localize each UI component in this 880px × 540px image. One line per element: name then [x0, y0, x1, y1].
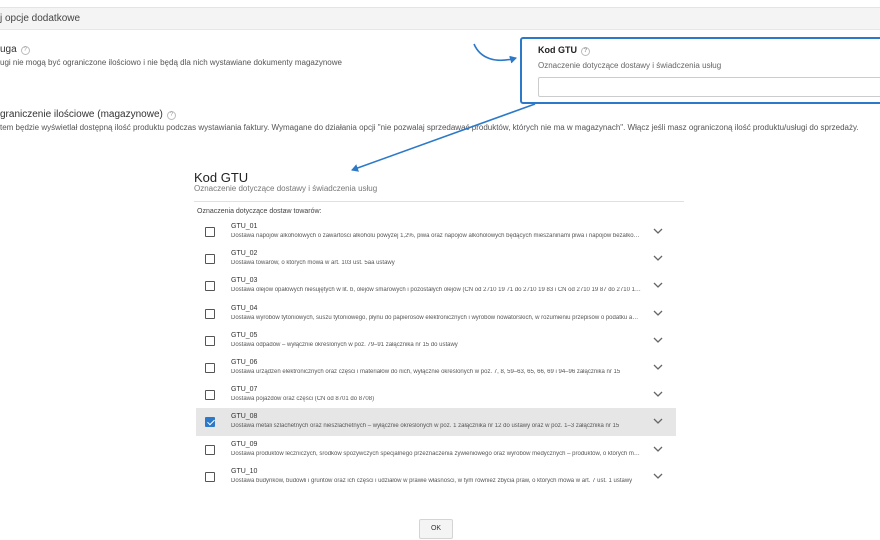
modal-title: Kod GTU — [194, 170, 249, 185]
gtu-option-checkbox[interactable] — [205, 281, 215, 292]
chevron-down-icon[interactable] — [651, 470, 665, 482]
section-header-title: j opcje dodatkowe — [0, 13, 81, 24]
question-circle-icon[interactable]: ? — [581, 47, 590, 56]
gtu-option-description: Dostawa odpadów – wyłącznie określonych … — [231, 341, 458, 348]
service-option-description: ugi nie mogą być ograniczone ilościowo i… — [0, 58, 342, 67]
chevron-down-icon[interactable] — [651, 252, 665, 264]
gtu-option-code: GTU_04 — [231, 304, 258, 312]
gtu-option-description: Dostawa pojazdów oraz części (CN od 8701… — [231, 396, 375, 403]
gtu-option-row[interactable]: GTU_02 Dostawa towarów, o których mowa w … — [196, 245, 676, 272]
chevron-down-icon[interactable] — [651, 334, 665, 346]
modal-divider — [194, 201, 684, 202]
gtu-option-row[interactable]: GTU_01 Dostawa napojów alkoholowych o zaw… — [196, 218, 676, 245]
gtu-option-row[interactable]: GTU_05 Dostawa odpadów – wyłącznie określ… — [196, 327, 676, 354]
ok-button[interactable]: OK — [419, 519, 453, 539]
chevron-down-icon[interactable] — [651, 443, 665, 455]
gtu-option-code: GTU_02 — [231, 250, 258, 258]
gtu-option-description: Dostawa urządzeń elektronicznych oraz cz… — [231, 368, 621, 375]
gtu-option-checkbox[interactable] — [205, 471, 215, 482]
gtu-option-row[interactable]: GTU_07 Dostawa pojazdów oraz części (CN o… — [196, 381, 676, 408]
stock-limit-option-title: graniczenie ilościowe (magazynowe)? — [0, 109, 176, 120]
gtu-option-checkbox[interactable] — [205, 417, 215, 428]
gtu-option-row[interactable]: GTU_08 Dostawa metali szlachetnych oraz n… — [196, 408, 676, 436]
section-header: j opcje dodatkowe — [0, 8, 880, 30]
gtu-option-code: GTU_08 — [231, 413, 258, 421]
gtu-field-highlight: Kod GTU? Oznaczenie dotyczące dostawy i … — [520, 37, 880, 104]
gtu-option-code: GTU_03 — [231, 277, 258, 285]
gtu-option-code: GTU_10 — [231, 467, 258, 475]
pointer-arrow — [351, 103, 536, 172]
question-circle-icon[interactable]: ? — [166, 111, 176, 120]
chevron-down-icon[interactable] — [651, 388, 665, 400]
gtu-option-code: GTU_07 — [231, 386, 258, 394]
gtu-option-checkbox[interactable] — [205, 444, 215, 455]
gtu-field-label: Kod GTU? — [538, 45, 590, 56]
gtu-option-code: GTU_05 — [231, 331, 258, 339]
top-bar — [0, 0, 880, 8]
gtu-option-checkbox[interactable] — [205, 390, 215, 401]
gtu-option-row[interactable]: GTU_03 Dostawa olejów opałowych niesujęty… — [196, 272, 676, 299]
chevron-down-icon[interactable] — [651, 279, 665, 291]
question-circle-icon[interactable]: ? — [20, 46, 30, 55]
gtu-option-description: Dostawa budynków, budowli i gruntów oraz… — [231, 477, 633, 484]
gtu-option-description: Dostawa metali szlachetnych oraz nieszla… — [231, 423, 620, 430]
stock-limit-option-description: tem będzie wyświetlał dostępną ilość pro… — [0, 123, 859, 132]
gtu-option-description: Dostawa napojów alkoholowych o zawartośc… — [231, 233, 641, 239]
chevron-down-icon[interactable] — [651, 225, 665, 237]
service-option-title: uga? — [0, 44, 30, 55]
chevron-down-icon[interactable] — [651, 361, 665, 373]
gtu-option-description: Dostawa olejów opałowych niesujętych w l… — [231, 287, 641, 294]
curved-arrow — [473, 43, 517, 64]
gtu-option-code: GTU_06 — [231, 358, 258, 366]
gtu-option-checkbox[interactable] — [205, 362, 215, 373]
gtu-option-row[interactable]: GTU_09 Dostawa produktów leczniczych, śro… — [196, 436, 676, 463]
gtu-option-description: Dostawa towarów, o których mowa w art. 1… — [231, 260, 395, 267]
gtu-option-row[interactable]: GTU_04 Dostawa wyrobów tytoniowych, suszu… — [196, 300, 676, 327]
gtu-field-description: Oznaczenie dotyczące dostawy i świadczen… — [538, 61, 722, 70]
gtu-option-code: GTU_09 — [231, 440, 258, 448]
gtu-option-code: GTU_01 — [231, 223, 258, 230]
gtu-field-input[interactable] — [538, 77, 880, 97]
gtu-option-row[interactable]: GTU_10 Dostawa budynków, budowli i gruntó… — [196, 463, 676, 490]
gtu-option-checkbox[interactable] — [205, 254, 215, 265]
chevron-down-icon[interactable] — [651, 307, 665, 319]
goods-group-label: Oznaczenia dotyczące dostaw towarów: — [197, 208, 322, 215]
gtu-code-list: GTU_01 Dostawa napojów alkoholowych o zaw… — [196, 218, 676, 490]
chevron-down-icon[interactable] — [651, 415, 665, 427]
gtu-option-checkbox[interactable] — [205, 335, 215, 346]
modal-subtitle: Oznaczenie dotyczące dostawy i świadczen… — [194, 184, 378, 193]
gtu-option-checkbox[interactable] — [205, 308, 215, 319]
gtu-option-description: Dostawa wyrobów tytoniowych, suszu tyton… — [231, 314, 641, 321]
gtu-option-description: Dostawa produktów leczniczych, środków s… — [231, 450, 641, 457]
gtu-option-checkbox[interactable] — [205, 227, 215, 237]
gtu-option-row[interactable]: GTU_06 Dostawa urządzeń elektronicznych o… — [196, 354, 676, 381]
